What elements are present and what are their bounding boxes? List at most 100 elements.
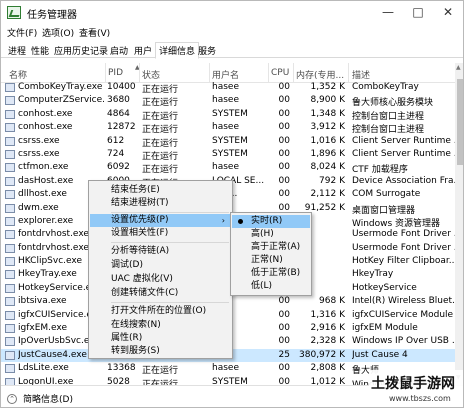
menu-analyze-wait-chain[interactable]: 分析等待链(A)	[90, 245, 231, 258]
scroll-up-icon[interactable]: ▲	[456, 64, 461, 71]
column-pid[interactable]: PID	[108, 68, 123, 78]
process-memory: 2,916 K	[310, 323, 345, 334]
process-icon	[5, 96, 15, 106]
process-icon	[5, 283, 15, 293]
column-separator[interactable]	[348, 63, 349, 83]
process-name: conhost.exe	[18, 108, 73, 119]
process-name: LdsLite.exe	[18, 363, 69, 374]
process-memory: 3,912 K	[310, 122, 345, 133]
process-icon	[5, 136, 15, 146]
tab-details[interactable]: 详细信息	[155, 42, 200, 59]
process-icon	[5, 163, 15, 173]
priority-normal[interactable]: 正常(N)	[232, 254, 310, 267]
vertical-scrollbar[interactable]: ▲ ▼	[455, 63, 463, 385]
menu-properties[interactable]: 属性(R)	[90, 332, 231, 345]
tab-startup[interactable]: 启动	[107, 43, 131, 58]
process-user: hasee	[212, 95, 239, 106]
column-name[interactable]: 名称	[9, 68, 27, 81]
process-memory: 1,352 K	[310, 82, 345, 92]
process-icon	[5, 350, 15, 360]
menu-set-affinity[interactable]: 设置相关性(F)	[90, 227, 231, 240]
process-description: ComboKeyTray	[352, 82, 419, 92]
tab-processes[interactable]: 进程	[5, 43, 29, 58]
table-row[interactable]: conhost.exe 4864 正在运行 SYSTEM 00 1,348 K 控制台窗口主…	[1, 108, 455, 122]
column-username[interactable]: 用户名	[212, 68, 239, 81]
process-memory: 2,808 K	[310, 363, 345, 374]
menu-file[interactable]: 文件(F)	[7, 26, 37, 39]
table-row[interactable]: ctfmon.exe 6092 正在运行 hasee 00 8,024 K CTF 加载程序	[1, 161, 455, 175]
column-separator[interactable]	[105, 63, 106, 83]
column-status[interactable]: 状态	[142, 68, 160, 81]
process-user: hasee	[212, 363, 239, 374]
process-cpu: 00	[278, 122, 290, 133]
scroll-thumb[interactable]	[457, 79, 463, 165]
priority-realtime[interactable]: 实时(R)	[232, 215, 310, 228]
process-icon	[5, 324, 15, 334]
process-cpu: 00	[278, 323, 290, 334]
process-cpu: 00	[278, 162, 290, 173]
table-row[interactable]: conhost.exe 12872 正在运行 hasee 00 3,912 K 控制台窗口主…	[1, 121, 455, 135]
process-description: Intel(R) Wireless Bluet...	[352, 296, 455, 307]
menu-set-priority-label: 设置优先级(P)	[111, 215, 169, 225]
process-name: csrss.exe	[18, 135, 60, 146]
process-description: 桌面窗口管理器	[352, 205, 416, 216]
priority-submenu: 实时(R) 高(H) 高于正常(A) 正常(N) 低于正常(B) 低(L)	[230, 212, 312, 296]
process-description: HotkeyService	[352, 282, 417, 293]
watermark: 土拨鼠手游网 www.tbszs.com	[369, 370, 463, 407]
menu-view[interactable]: 查看(V)	[79, 26, 110, 39]
process-cpu: 25	[278, 349, 290, 360]
column-separator[interactable]	[139, 63, 140, 83]
tab-performance[interactable]: 性能	[28, 43, 52, 58]
menu-open-file-location[interactable]: 打开文件所在的位置(O)	[90, 305, 231, 318]
menu-end-process-tree[interactable]: 结束进程树(T)	[90, 197, 231, 210]
process-icon	[5, 230, 15, 240]
menu-debug[interactable]: 调试(D)	[90, 259, 231, 272]
column-cpu[interactable]: CPU	[271, 68, 289, 78]
process-memory: 380,972 K	[299, 349, 345, 360]
column-separator[interactable]	[268, 63, 269, 83]
process-icon	[5, 337, 15, 347]
menu-options[interactable]: 选项(O)	[42, 26, 74, 39]
process-memory: 8,024 K	[310, 162, 345, 173]
process-memory: 968 K	[319, 296, 345, 307]
process-memory: 1,316 K	[310, 309, 345, 320]
table-row[interactable]: ComputerZService... 3680 正在运行 hasee 00 8,900 …	[1, 94, 455, 109]
priority-above-normal[interactable]: 高于正常(A)	[232, 241, 310, 254]
tab-services[interactable]: 服务	[195, 43, 219, 58]
process-description: 鲁大师核心服务模块	[352, 98, 434, 109]
priority-low[interactable]: 低(L)	[232, 280, 310, 293]
process-cpu: 00	[278, 135, 290, 146]
table-header: ▲ 名称 PID 状态 用户名 CPU 内存(专用... 描述	[1, 63, 455, 83]
menu-separator	[111, 212, 229, 213]
close-button[interactable]: ✕	[433, 1, 463, 23]
menu-uac-virtualization[interactable]: UAC 虚拟化(V)	[90, 273, 231, 286]
column-memory[interactable]: 内存(专用...	[296, 68, 344, 81]
process-cpu: 00	[278, 296, 290, 307]
priority-high[interactable]: 高(H)	[232, 228, 310, 241]
menu-go-to-services[interactable]: 转到服务(S)	[90, 345, 231, 358]
menu-search-online[interactable]: 在线搜索(N)	[90, 319, 231, 332]
process-cpu: 00	[278, 108, 290, 119]
submenu-arrow-icon: ›	[221, 216, 225, 225]
table-row[interactable]: csrss.exe 612 正在运行 SYSTEM 00 1,016 K Client Se…	[1, 135, 455, 149]
process-description: HotKey Filter Clipboar...	[352, 256, 455, 267]
fewer-details-link[interactable]: 简略信息(D)	[23, 392, 73, 405]
menu-end-task[interactable]: 结束任务(E)	[90, 184, 231, 197]
process-name: ctfmon.exe	[18, 162, 69, 173]
table-row[interactable]: ComboKeyTray.exe 10400 正在运行 hasee 00 1,352 K C…	[1, 81, 455, 95]
priority-below-normal[interactable]: 低于正常(B)	[232, 267, 310, 280]
menu-create-dump[interactable]: 创建转储文件(C)	[90, 287, 231, 300]
menu-set-priority[interactable]: 设置优先级(P) ›	[90, 214, 231, 227]
column-description[interactable]: 描述	[352, 68, 370, 81]
process-status: 正在运行	[142, 366, 179, 377]
maximize-button[interactable]: □	[403, 1, 433, 23]
table-row[interactable]: csrss.exe 724 正在运行 SYSTEM 00 1,896 K Client Se…	[1, 148, 455, 162]
process-name: ComboKeyTray.exe	[18, 82, 103, 92]
window-title: 任务管理器	[27, 10, 77, 21]
column-separator[interactable]	[209, 63, 210, 83]
tab-users[interactable]: 用户	[131, 43, 155, 58]
minimize-button[interactable]: —	[373, 1, 403, 23]
column-separator[interactable]	[293, 63, 294, 83]
collapse-icon[interactable]: ⌃	[7, 394, 17, 404]
tab-app-history[interactable]: 应用历史记录	[51, 43, 111, 58]
